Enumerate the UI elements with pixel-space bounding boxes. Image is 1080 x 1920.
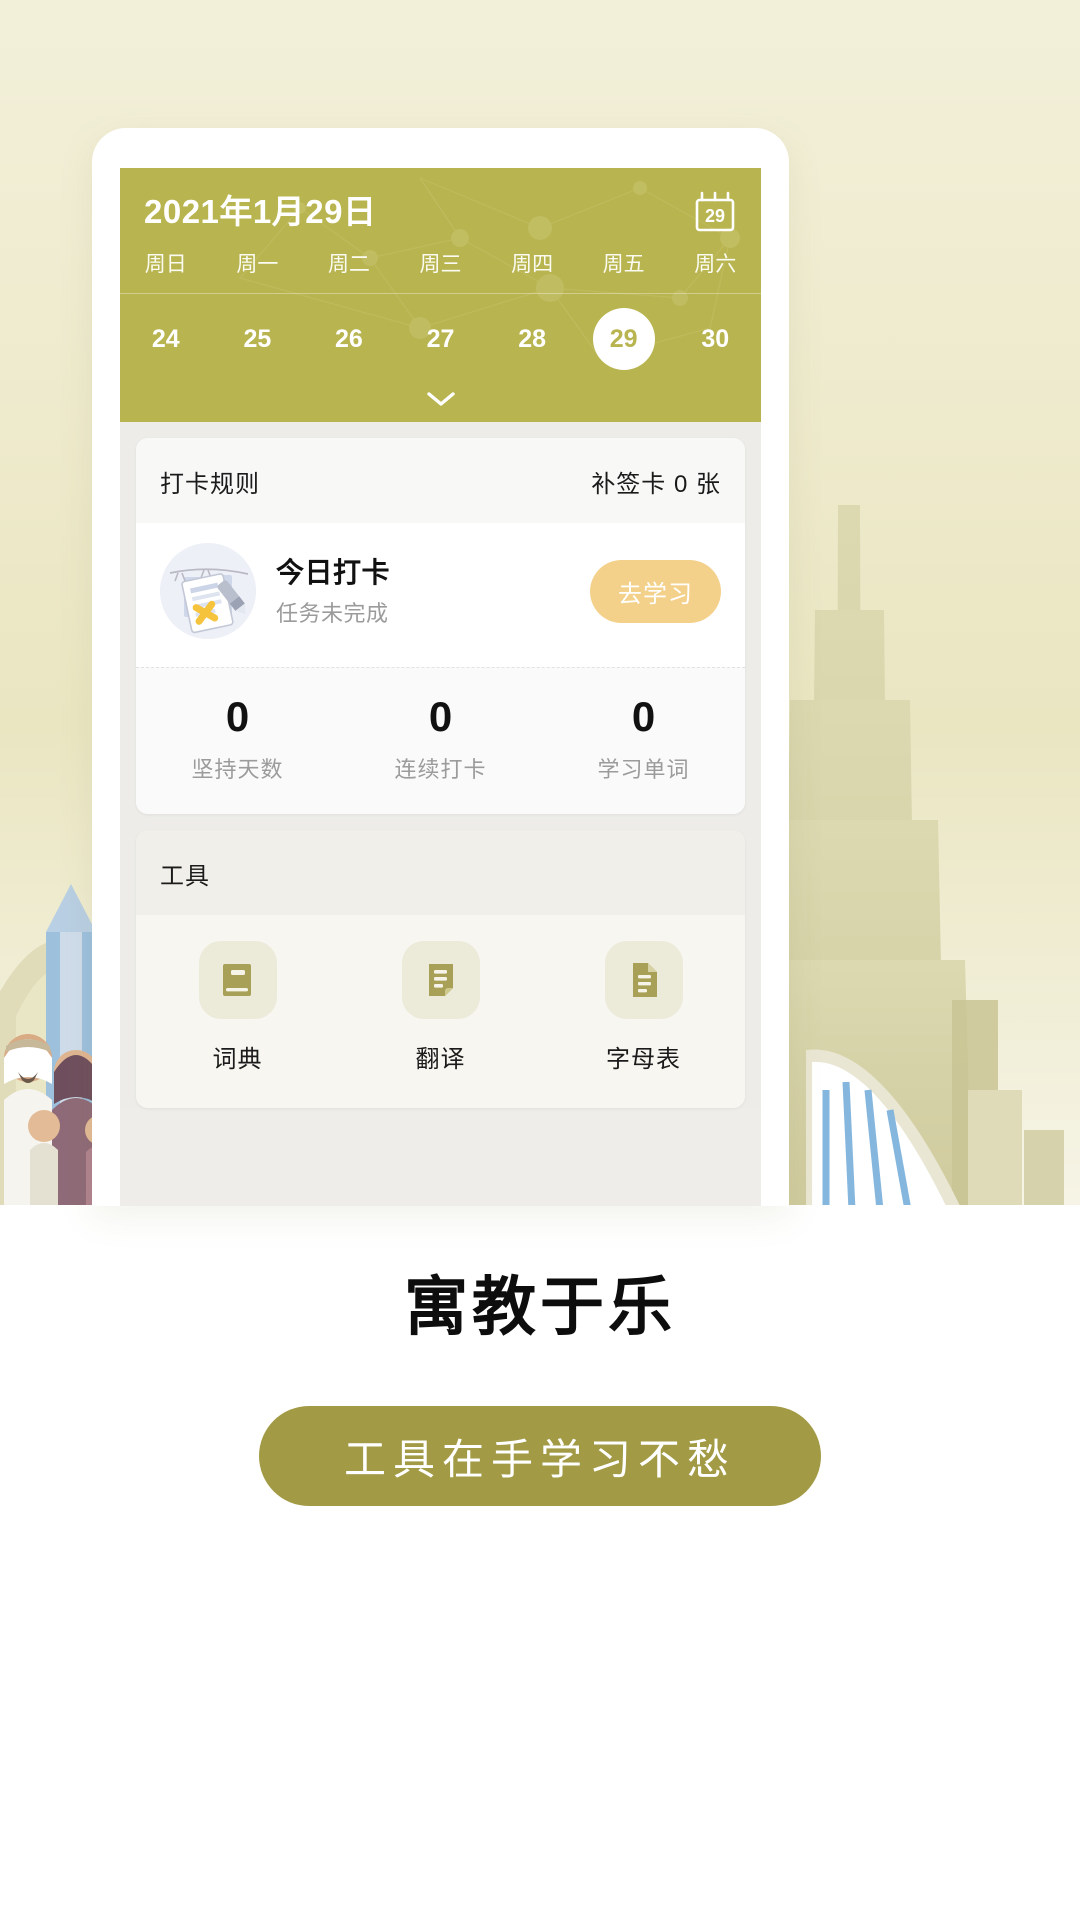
- date-number: 30: [701, 324, 730, 353]
- stat-label: 学习单词: [597, 757, 690, 783]
- document-fold-icon: [401, 941, 480, 1020]
- weekday-label: 周五: [602, 253, 645, 276]
- today-checkin-text: 今日打卡 任务未完成: [256, 555, 590, 628]
- file-text-icon: [604, 941, 683, 1020]
- tool-item-alphabet[interactable]: 字母表: [542, 941, 745, 1074]
- today-checkin-row: 今日打卡 任务未完成 去学习: [136, 523, 745, 668]
- promo-cta-button[interactable]: 工具在手学习不愁: [259, 1406, 821, 1506]
- app-body: 打卡规则 补签卡 0 张 今日打卡 任务未完成 去学习 0 坚持天数 0 连续打…: [120, 422, 761, 1109]
- clipboard-incomplete-icon: [160, 543, 256, 640]
- tool-item-translate[interactable]: 翻译: [339, 941, 542, 1074]
- date-cell[interactable]: 28: [486, 308, 578, 370]
- calendar-icon-day: 29: [705, 206, 725, 226]
- date-cell[interactable]: 25: [212, 308, 304, 370]
- makeup-card-count[interactable]: 补签卡 0 张: [591, 464, 721, 499]
- today-checkin-title: 今日打卡: [276, 556, 391, 588]
- weekday-label: 周四: [511, 253, 554, 276]
- weekday-label: 周二: [327, 253, 370, 276]
- weekday-label: 周一: [236, 253, 279, 276]
- checkin-card-header: 打卡规则 补签卡 0 张: [136, 438, 745, 524]
- weekday-label: 周日: [144, 253, 187, 276]
- calendar-header: 2021年1月29日 29 周日 周一 周二 周三 周四 周五 周六 24 25…: [120, 168, 761, 423]
- stat-value: 0: [225, 693, 250, 741]
- weekday-row: 周日 周一 周二 周三 周四 周五 周六: [120, 244, 761, 295]
- date-number: 28: [518, 324, 546, 353]
- date-cell[interactable]: 27: [395, 308, 487, 370]
- tool-label: 翻译: [415, 1046, 466, 1074]
- tools-title: 工具: [160, 863, 210, 891]
- date-cell-selected[interactable]: 29: [578, 308, 670, 371]
- stat-item: 0 坚持天数: [136, 693, 339, 784]
- app-screen: 2021年1月29日 29 周日 周一 周二 周三 周四 周五 周六 24 25…: [120, 168, 761, 1206]
- stat-value: 0: [631, 693, 656, 741]
- phone-mockup: 2021年1月29日 29 周日 周一 周二 周三 周四 周五 周六 24 25…: [92, 128, 789, 1206]
- book-icon: [198, 941, 277, 1020]
- tools-card: 工具 词典 翻译 字母表: [136, 830, 745, 1109]
- tool-item-dictionary[interactable]: 词典: [136, 941, 339, 1074]
- date-number: 25: [243, 324, 272, 353]
- date-cell[interactable]: 30: [669, 308, 761, 370]
- page-title: 2021年1月29日: [144, 193, 377, 231]
- tools-grid: 词典 翻译 字母表: [136, 915, 745, 1109]
- tool-label: 词典: [212, 1046, 263, 1074]
- date-number: 26: [335, 324, 363, 353]
- stat-value: 0: [428, 693, 453, 741]
- weekday-label: 周三: [419, 253, 462, 276]
- expand-calendar-button[interactable]: [120, 376, 761, 422]
- today-checkin-status: 任务未完成: [276, 600, 389, 626]
- checkin-rules-label[interactable]: 打卡规则: [160, 464, 260, 499]
- date-number: 24: [151, 324, 180, 353]
- screenshot-root: 2021年1月29日 29 周日 周一 周二 周三 周四 周五 周六 24 25…: [0, 0, 1080, 1920]
- promo-headline: 寓教于乐: [404, 1271, 676, 1343]
- chevron-down-icon: [426, 392, 455, 406]
- stat-label: 连续打卡: [394, 757, 487, 783]
- stat-item: 0 学习单词: [542, 693, 745, 784]
- date-number: 29: [592, 308, 655, 371]
- tools-card-header: 工具: [136, 830, 745, 916]
- checkin-stats: 0 坚持天数 0 连续打卡 0 学习单词: [136, 667, 745, 815]
- checkin-card: 打卡规则 补签卡 0 张 今日打卡 任务未完成 去学习 0 坚持天数 0 连续打…: [136, 438, 745, 815]
- date-number: 27: [426, 324, 455, 353]
- go-study-button[interactable]: 去学习: [590, 559, 721, 623]
- date-cell[interactable]: 24: [120, 308, 212, 370]
- calendar-icon[interactable]: 29: [693, 190, 737, 234]
- stat-item: 0 连续打卡: [339, 693, 542, 784]
- stat-label: 坚持天数: [191, 757, 284, 783]
- weekday-label: 周六: [694, 253, 737, 276]
- date-cell[interactable]: 26: [303, 308, 395, 370]
- date-row: 24 25 26 27 28 29 30: [120, 294, 761, 376]
- header-top-row: 2021年1月29日 29: [120, 168, 761, 244]
- tool-label: 字母表: [606, 1046, 681, 1074]
